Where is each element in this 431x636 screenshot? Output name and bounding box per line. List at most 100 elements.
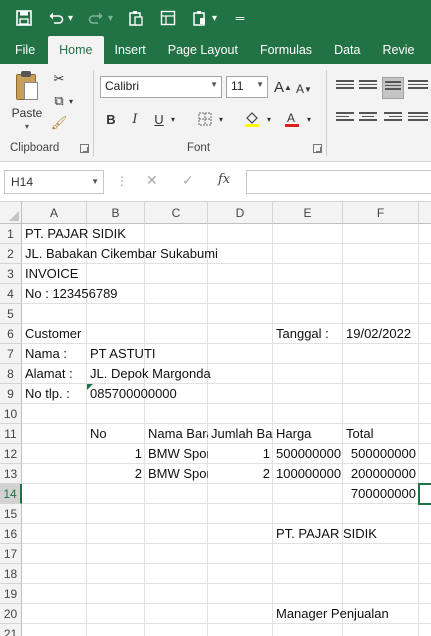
cell-b13[interactable]: 2 bbox=[87, 464, 145, 484]
column-header-b[interactable]: B bbox=[87, 202, 145, 224]
align-top-icon[interactable] bbox=[336, 80, 354, 94]
cell-b12[interactable]: 1 bbox=[87, 444, 145, 464]
cell-a2[interactable]: JL. Babakan Cikembar Sukabumi bbox=[22, 244, 221, 264]
row-header[interactable]: 5 bbox=[0, 304, 22, 324]
paste-special-icon[interactable] bbox=[186, 4, 214, 32]
paste-icon[interactable] bbox=[122, 4, 150, 32]
row-header[interactable]: 17 bbox=[0, 544, 22, 564]
align-left-icon[interactable] bbox=[336, 112, 354, 126]
row-header[interactable]: 12 bbox=[0, 444, 22, 464]
column-header-c[interactable]: C bbox=[145, 202, 208, 224]
tab-data[interactable]: Data bbox=[323, 36, 371, 64]
row-header[interactable]: 13 bbox=[0, 464, 22, 484]
indent-icon[interactable] bbox=[408, 112, 428, 126]
underline-dropdown-icon[interactable]: ▾ bbox=[168, 108, 178, 130]
cell-a8[interactable]: Alamat : bbox=[22, 364, 87, 384]
enter-icon[interactable]: ✓ bbox=[182, 172, 194, 189]
font-color-icon[interactable]: A bbox=[282, 108, 302, 130]
name-box[interactable]: H14 ▼ bbox=[4, 170, 104, 194]
tab-home[interactable]: Home bbox=[48, 36, 104, 64]
tab-formulas[interactable]: Formulas bbox=[249, 36, 323, 64]
column-header-g[interactable] bbox=[419, 202, 431, 224]
row-header[interactable]: 21 bbox=[0, 624, 22, 636]
cell-e6[interactable]: Tanggal : bbox=[273, 324, 343, 344]
format-painter-icon[interactable] bbox=[154, 4, 182, 32]
row-header-selected[interactable]: 14 bbox=[0, 484, 22, 504]
row-header[interactable]: 18 bbox=[0, 564, 22, 584]
italic-button[interactable]: I bbox=[128, 108, 142, 130]
row-header[interactable]: 2 bbox=[0, 244, 22, 264]
clipboard-launcher-icon[interactable] bbox=[80, 144, 89, 153]
cut-icon[interactable]: ✂ bbox=[50, 70, 68, 88]
borders-dropdown-icon[interactable]: ▾ bbox=[216, 108, 226, 130]
column-header-d[interactable]: D bbox=[208, 202, 273, 224]
row-header[interactable]: 9 bbox=[0, 384, 22, 404]
cell-e16[interactable]: PT. PAJAR SIDIK bbox=[273, 524, 380, 544]
orientation-icon[interactable] bbox=[408, 80, 428, 94]
cell-d11[interactable]: Jumlah Barang bbox=[208, 424, 273, 444]
row-header[interactable]: 7 bbox=[0, 344, 22, 364]
cell-a7[interactable]: Nama : bbox=[22, 344, 87, 364]
borders-icon[interactable] bbox=[196, 108, 214, 130]
tab-insert[interactable]: Insert bbox=[104, 36, 157, 64]
cell-e13[interactable]: 100000000 bbox=[273, 464, 343, 484]
cell-f6[interactable]: 19/02/2022 bbox=[343, 324, 419, 344]
cell-a3[interactable]: INVOICE bbox=[22, 264, 81, 284]
format-painter-icon[interactable]: 🖌 bbox=[50, 114, 68, 132]
align-right-icon[interactable] bbox=[384, 112, 402, 126]
cell-e20[interactable]: Manager Penjualan bbox=[273, 604, 392, 624]
save-icon[interactable] bbox=[10, 4, 38, 32]
customize-icon[interactable]: ═ bbox=[226, 4, 254, 32]
cell-e11[interactable]: Harga bbox=[273, 424, 343, 444]
tab-file[interactable]: File bbox=[0, 36, 48, 64]
column-header-a[interactable]: A bbox=[22, 202, 87, 224]
redo-dropdown-icon[interactable]: ▾ bbox=[108, 13, 118, 24]
font-name-select[interactable]: Calibri ▼ bbox=[100, 76, 222, 98]
tab-page-layout[interactable]: Page Layout bbox=[157, 36, 249, 64]
formula-input[interactable] bbox=[246, 170, 431, 194]
row-header[interactable]: 8 bbox=[0, 364, 22, 384]
underline-button[interactable]: U bbox=[152, 108, 166, 130]
paste-button[interactable]: Paste ▾ bbox=[8, 70, 46, 132]
cell-c11[interactable]: Nama Barang bbox=[145, 424, 208, 444]
align-bottom-icon[interactable] bbox=[382, 77, 404, 99]
row-header[interactable]: 20 bbox=[0, 604, 22, 624]
row-header[interactable]: 19 bbox=[0, 584, 22, 604]
row-header[interactable]: 3 bbox=[0, 264, 22, 284]
grow-font-button[interactable]: A ▲ bbox=[274, 76, 292, 98]
row-header[interactable]: 11 bbox=[0, 424, 22, 444]
redo-icon[interactable] bbox=[82, 4, 110, 32]
cell-d12[interactable]: 1 bbox=[208, 444, 273, 464]
row-header[interactable]: 10 bbox=[0, 404, 22, 424]
cell-a1[interactable]: PT. PAJAR SIDIK bbox=[22, 224, 129, 244]
row-header[interactable]: 6 bbox=[0, 324, 22, 344]
cell-c12[interactable]: BMW Sport bbox=[145, 444, 208, 464]
align-middle-icon[interactable] bbox=[359, 80, 377, 94]
row-header[interactable]: 4 bbox=[0, 284, 22, 304]
tab-review[interactable]: Revie bbox=[371, 36, 425, 64]
undo-dropdown-icon[interactable]: ▾ bbox=[68, 13, 78, 24]
cell-c13[interactable]: BMW Sport bbox=[145, 464, 208, 484]
selected-cell-h14[interactable] bbox=[418, 483, 431, 505]
undo-icon[interactable] bbox=[42, 4, 70, 32]
fill-color-icon[interactable] bbox=[242, 108, 262, 130]
cell-e12[interactable]: 500000000 bbox=[273, 444, 343, 464]
font-size-select[interactable]: 11 ▼ bbox=[226, 76, 268, 98]
cell-b9[interactable]: 085700000000 bbox=[87, 384, 180, 404]
align-center-icon[interactable] bbox=[359, 112, 377, 126]
cell-b7[interactable]: PT ASTUTI bbox=[87, 344, 159, 364]
cell-a9[interactable]: No tlp. : bbox=[22, 384, 87, 404]
cancel-icon[interactable]: ✕ bbox=[146, 172, 158, 189]
paste-dropdown-icon[interactable]: ▾ bbox=[212, 13, 222, 24]
cell-a6[interactable]: Customer bbox=[22, 324, 87, 344]
insert-function-icon[interactable]: fx bbox=[218, 172, 230, 187]
copy-dropdown-icon[interactable]: ▾ bbox=[66, 92, 76, 110]
cell-d13[interactable]: 2 bbox=[208, 464, 273, 484]
row-header[interactable]: 15 bbox=[0, 504, 22, 524]
bold-button[interactable]: B bbox=[104, 108, 118, 130]
fill-color-dropdown-icon[interactable]: ▾ bbox=[264, 108, 274, 130]
cell-f11[interactable]: Total bbox=[343, 424, 419, 444]
cell-a4[interactable]: No : 123456789 bbox=[22, 284, 121, 304]
row-header[interactable]: 1 bbox=[0, 224, 22, 244]
column-header-f[interactable]: F bbox=[343, 202, 419, 224]
